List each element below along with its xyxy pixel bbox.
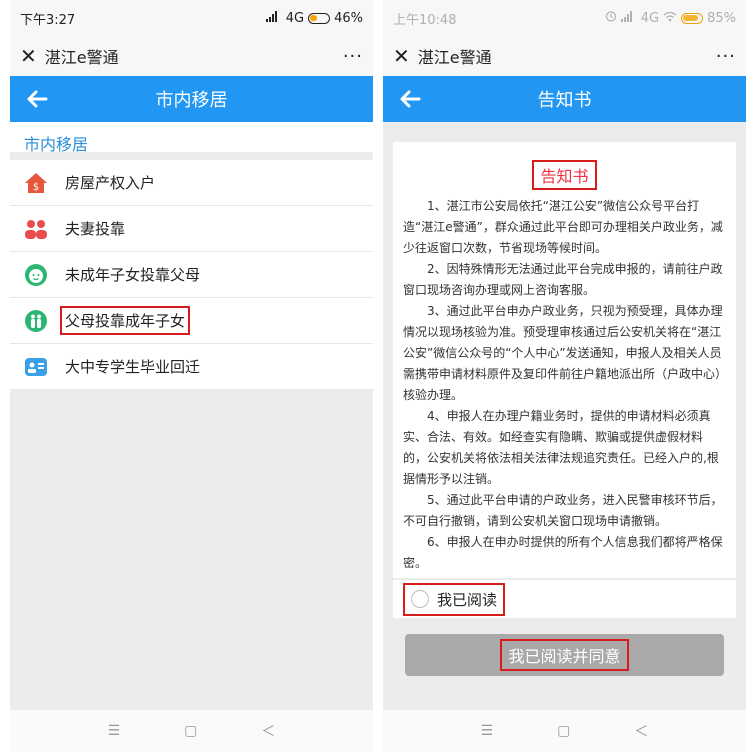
close-icon[interactable]: ✕ (393, 46, 410, 66)
back-nav-button[interactable]: ＜ (634, 721, 648, 741)
page-title: 市内移居 (155, 90, 228, 111)
menu-item-label: 房屋产权入户 (65, 174, 156, 192)
service-menu: $ 房屋产权入户 夫妻投靠 未成年子女投靠父母 父母投靠成年子女 大中专学生毕业… (10, 160, 373, 390)
menu-item-label: 未成年子女投靠父母 (65, 266, 201, 284)
battery-icon (308, 12, 331, 24)
notice-card: 告知书 1、湛江市公安局依托“湛江公安”微信公众号平台打造“湛江e警通”，群众通… (393, 142, 736, 578)
network-type: 4G (640, 10, 660, 26)
left-screen: 下午3:27 4G 46% ✕ 湛江e警通 ··· 市内移居 市内移居 $ 房屋… (10, 0, 373, 752)
menu-item-label: 夫妻投靠 (65, 220, 126, 238)
wechat-app-title: 湛江e警通 (44, 48, 119, 67)
back-nav-button[interactable]: ＜ (261, 721, 275, 741)
wechat-app-title: 湛江e警通 (417, 48, 492, 67)
status-time: 上午10:48 (393, 12, 457, 28)
wifi-icon (663, 11, 677, 26)
network-type: 4G (285, 10, 305, 26)
back-arrow-icon[interactable] (22, 84, 52, 114)
menu-nav-button[interactable]: ☰ (481, 723, 494, 739)
read-confirm-row: 我已阅读 (393, 578, 736, 618)
status-bar: 上午10:48 4G 85% (383, 0, 746, 36)
notice-paragraph: 1、湛江市公安局依托“湛江公安”微信公众号平台打造“湛江e警通”，群众通过此平台… (403, 199, 723, 255)
family-icon (24, 309, 48, 333)
read-checkbox[interactable]: 我已阅读 (402, 582, 506, 616)
section-title: 市内移居 (10, 122, 373, 156)
close-icon[interactable]: ✕ (20, 46, 37, 66)
status-bar: 下午3:27 4G 46% (10, 0, 373, 36)
menu-item-parents-to-adult-children[interactable]: 父母投靠成年子女 (10, 298, 373, 344)
menu-item-graduate-return[interactable]: 大中专学生毕业回迁 (10, 344, 373, 390)
student-card-icon (24, 355, 48, 379)
house-dollar-icon: $ (24, 171, 48, 195)
menu-nav-button[interactable]: ☰ (108, 723, 121, 739)
notice-body: 1、湛江市公安局依托“湛江公安”微信公众号平台打造“湛江e警通”，群众通过此平台… (393, 188, 736, 574)
notice-paragraph: 2、因特殊情形无法通过此平台完成申报的，请前往户政窗口现场咨询办理或网上咨询客服… (403, 262, 723, 297)
baby-face-icon (24, 263, 48, 287)
radio-circle-icon[interactable] (411, 590, 429, 608)
notice-paragraph: 4、申报人在办理户籍业务时，提供的申请材料必须真实、合法、有效。如经查实有隐瞒、… (403, 409, 719, 486)
right-screen: 上午10:48 4G 85% ✕ 湛江e警通 ··· 告知书 告知书 1、湛江市… (383, 0, 746, 752)
page-title: 告知书 (537, 90, 592, 111)
signal-icon (620, 10, 637, 26)
battery-icon (681, 12, 704, 24)
system-nav-bar: ☰ ▢ ＜ (10, 710, 373, 752)
battery-percent: 85% (707, 10, 736, 26)
wechat-title-bar: ✕ 湛江e警通 ··· (383, 36, 746, 76)
menu-item-spouse[interactable]: 夫妻投靠 (10, 206, 373, 252)
status-time: 下午3:27 (20, 12, 76, 28)
notice-paragraph: 6、申报人在申办时提供的所有个人信息我们都将严格保密。 (403, 535, 723, 570)
home-nav-button[interactable]: ▢ (184, 723, 197, 739)
alarm-icon (605, 10, 617, 26)
app-header: 告知书 (383, 76, 746, 122)
agree-button[interactable]: 我已阅读并同意 (405, 634, 724, 676)
more-options-button[interactable]: ··· (716, 46, 736, 67)
menu-item-house-property[interactable]: $ 房屋产权入户 (10, 160, 373, 206)
menu-item-label: 父母投靠成年子女 (59, 306, 191, 335)
system-nav-bar: ☰ ▢ ＜ (383, 710, 746, 752)
back-arrow-icon[interactable] (395, 84, 425, 114)
more-options-button[interactable]: ··· (343, 46, 363, 67)
battery-percent: 46% (334, 10, 363, 26)
notice-title: 告知书 (532, 160, 597, 190)
menu-item-label: 大中专学生毕业回迁 (65, 358, 201, 376)
notice-paragraph: 5、通过此平台申请的户政业务，进入民警审核环节后，不可自行撤销，请到公安机关窗口… (403, 493, 723, 528)
home-nav-button[interactable]: ▢ (557, 723, 570, 739)
menu-item-minor-children[interactable]: 未成年子女投靠父母 (10, 252, 373, 298)
notice-paragraph: 3、通过此平台申办户政业务，只视为预受理，具体办理情况以现场核验为准。预受理审核… (403, 304, 723, 402)
wechat-title-bar: ✕ 湛江e警通 ··· (10, 36, 373, 76)
read-checkbox-label: 我已阅读 (437, 590, 498, 609)
couple-icon (24, 217, 48, 241)
agree-button-label: 我已阅读并同意 (500, 639, 629, 671)
svg-text:$: $ (33, 182, 39, 193)
signal-icon (265, 10, 282, 26)
app-header: 市内移居 (10, 76, 373, 122)
